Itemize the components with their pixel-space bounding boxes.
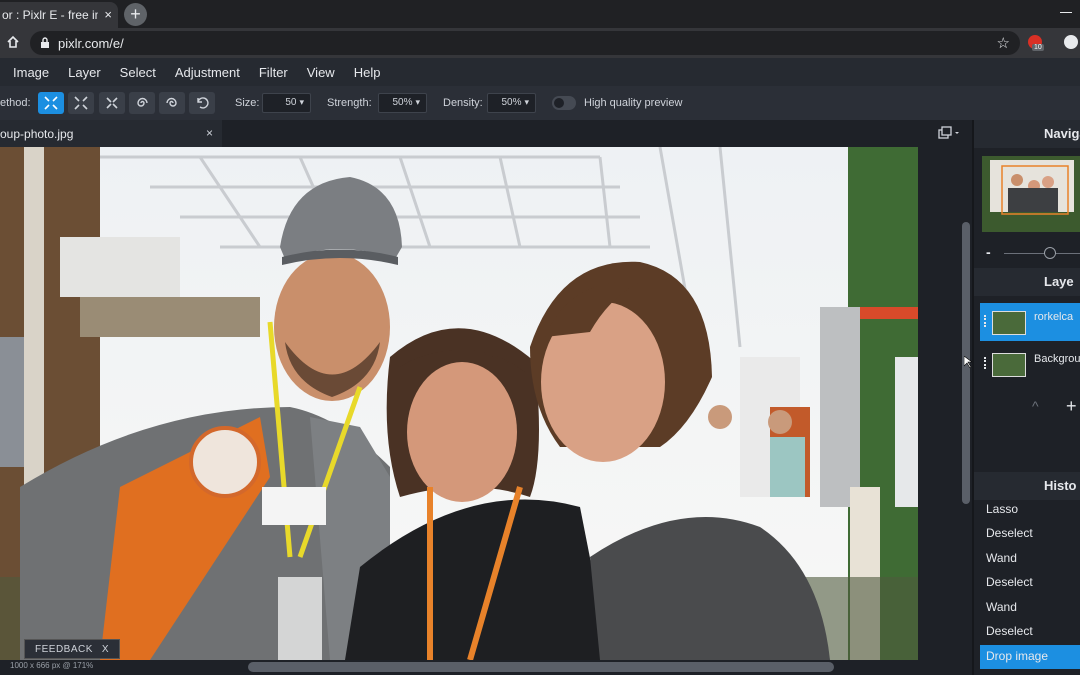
document-tab-name: oup-photo.jpg xyxy=(0,127,74,141)
pinch-icon xyxy=(44,96,58,110)
url-input[interactable]: pixlr.com/e/ ☆ xyxy=(30,31,1020,55)
mouse-cursor-icon xyxy=(964,356,972,368)
density-label: Density: xyxy=(443,97,483,109)
lock-icon xyxy=(41,37,49,48)
zoom-slider-knob[interactable] xyxy=(1044,247,1056,259)
menu-view[interactable]: View xyxy=(307,65,335,80)
layer-thumbnail xyxy=(992,353,1026,377)
layer-up-button[interactable]: ^ xyxy=(1032,398,1039,414)
size-label: Size: xyxy=(235,97,260,109)
feedback-close-icon[interactable]: X xyxy=(102,644,109,655)
history-header[interactable]: Histo xyxy=(974,472,1080,500)
app-menubar: Image Layer Select Adjustment Filter Vie… xyxy=(0,58,1080,86)
url-text: pixlr.com/e/ xyxy=(58,36,124,51)
hq-preview-label: High quality preview xyxy=(584,97,683,109)
extension-badge: 10 xyxy=(1032,44,1044,51)
navigator-thumbnail[interactable] xyxy=(982,156,1080,232)
history-item[interactable]: Lasso xyxy=(980,498,1080,522)
layer-item[interactable]: Backgrou xyxy=(980,345,1080,383)
tool-options-bar: ethod: Size: 50 Strength: 50% Density: 5… xyxy=(0,86,1080,120)
history-item[interactable]: Wand xyxy=(980,596,1080,620)
add-layer-button[interactable]: + xyxy=(1066,396,1077,417)
method-bloat-button[interactable] xyxy=(68,92,94,114)
document-tab[interactable]: oup-photo.jpg × xyxy=(0,120,222,147)
history-item[interactable]: Drop image xyxy=(980,645,1080,669)
window-minimize-icon[interactable] xyxy=(1060,12,1072,13)
feedback-label: FEEDBACK xyxy=(35,644,93,655)
hq-preview-toggle[interactable] xyxy=(552,96,576,110)
image-status-text: 1000 x 666 px @ 171% xyxy=(10,661,94,670)
menu-select[interactable]: Select xyxy=(120,65,156,80)
method-twirl-ccw-button[interactable] xyxy=(159,92,185,114)
strength-label: Strength: xyxy=(327,97,372,109)
drag-handle-icon[interactable] xyxy=(984,315,986,327)
method-restore-button[interactable] xyxy=(189,92,215,114)
history-item[interactable]: Deselect xyxy=(980,571,1080,595)
layer-item[interactable]: rorkelca xyxy=(980,303,1080,341)
method-twirl-cw-button[interactable] xyxy=(129,92,155,114)
menu-image[interactable]: Image xyxy=(13,65,49,80)
canvas-area[interactable] xyxy=(0,147,960,660)
address-bar-row: pixlr.com/e/ ☆ xyxy=(0,28,1080,58)
photo-canvas[interactable] xyxy=(0,147,918,660)
document-close-icon[interactable]: × xyxy=(206,126,213,140)
profile-avatar-icon[interactable] xyxy=(1062,33,1080,51)
menu-filter[interactable]: Filter xyxy=(259,65,288,80)
navigator-preview-image xyxy=(982,156,1080,232)
window-arrange-icon[interactable] xyxy=(938,126,960,140)
tab-close-icon[interactable]: × xyxy=(104,7,112,22)
layer-thumbnail xyxy=(992,311,1026,335)
size-dropdown[interactable]: 50 xyxy=(262,93,311,113)
browser-tab-title: or : Pixlr E - free image xyxy=(2,8,98,22)
menu-help[interactable]: Help xyxy=(354,65,381,80)
right-panel: Naviga - Laye rorkelca Backgrou ^ + Hist… xyxy=(972,120,1080,675)
drag-handle-icon[interactable] xyxy=(984,357,986,369)
navigator-header[interactable]: Naviga xyxy=(974,120,1080,148)
browser-tab-bar: or : Pixlr E - free image × + xyxy=(0,0,1080,28)
history-item[interactable]: Deselect xyxy=(980,522,1080,546)
twirl-ccw-icon xyxy=(166,97,177,107)
layer-name: rorkelca xyxy=(1034,311,1074,323)
zoom-slider[interactable] xyxy=(1004,253,1080,254)
home-icon[interactable] xyxy=(6,35,20,49)
history-item[interactable]: Wand xyxy=(980,547,1080,571)
zoom-out-button[interactable]: - xyxy=(986,244,991,260)
density-dropdown[interactable]: 50% xyxy=(487,93,536,113)
browser-tab[interactable]: or : Pixlr E - free image × xyxy=(0,2,118,28)
horizontal-scrollbar[interactable] xyxy=(248,662,834,672)
bookmark-star-icon[interactable]: ☆ xyxy=(997,34,1010,52)
feedback-button[interactable]: FEEDBACK X xyxy=(24,639,120,659)
layer-name: Backgrou xyxy=(1034,353,1080,365)
document-tab-strip: oup-photo.jpg × xyxy=(0,120,972,147)
method-label: ethod: xyxy=(0,97,31,109)
bloat-icon xyxy=(74,96,88,110)
twirl-icon xyxy=(137,97,148,107)
new-tab-button[interactable]: + xyxy=(124,3,147,26)
push-icon xyxy=(106,97,118,109)
method-pinch-button[interactable] xyxy=(38,92,64,114)
undo-icon xyxy=(197,97,209,109)
menu-layer[interactable]: Layer xyxy=(68,65,101,80)
layers-header[interactable]: Laye xyxy=(974,268,1080,296)
strength-dropdown[interactable]: 50% xyxy=(378,93,427,113)
method-push-button[interactable] xyxy=(99,92,125,114)
history-item[interactable]: Deselect xyxy=(980,620,1080,644)
menu-adjustment[interactable]: Adjustment xyxy=(175,65,240,80)
